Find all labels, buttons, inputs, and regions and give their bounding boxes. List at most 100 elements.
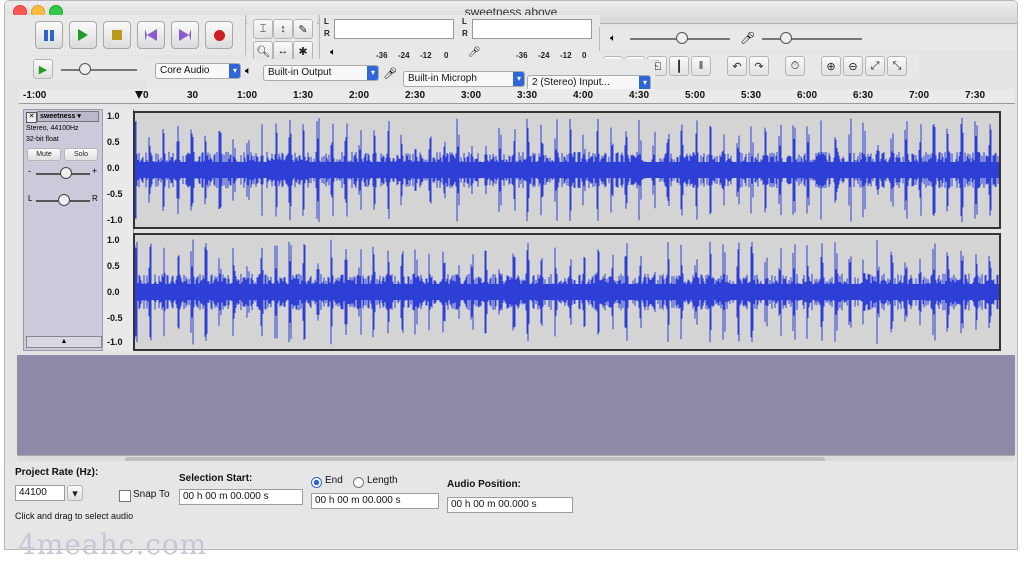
play-button[interactable] xyxy=(69,21,97,49)
collapse-track-button[interactable]: ▲ xyxy=(26,336,102,348)
trim-audio-button[interactable]: ┃ xyxy=(669,56,689,76)
gain-plus-label: + xyxy=(92,166,98,176)
vruler-bottom-3: 0.0 xyxy=(107,287,120,297)
input-meter[interactable] xyxy=(472,19,592,39)
magnifier-icon: 🔍︎ xyxy=(256,45,270,58)
input-device-value: Built-in Microph xyxy=(408,73,477,84)
audio-host-select[interactable]: Core Audio ▾ xyxy=(155,63,241,79)
zoom-in-button[interactable]: ⊕ xyxy=(821,56,841,76)
track-control-panel[interactable]: ✕ sweetness ▾ Stereo, 44100Hz 32-bit flo… xyxy=(23,109,103,351)
zoom-tool-button[interactable]: 🔍︎ xyxy=(253,41,273,61)
pan-right-label: R xyxy=(92,194,98,203)
input-channels-value: 2 (Stereo) Input... xyxy=(532,77,610,88)
play-at-speed-icon: ▶ xyxy=(38,63,48,76)
selection-end-field[interactable]: 00 h 00 m 00.000 s xyxy=(311,493,439,509)
timeline-label-6-00: 6:00 xyxy=(797,90,818,101)
vruler-bottom-5: -1.0 xyxy=(107,337,123,347)
end-radio[interactable] xyxy=(311,477,322,488)
vruler-top-1: 1.0 xyxy=(107,111,120,121)
sync-lock-button[interactable]: ⏱ xyxy=(785,56,805,76)
speed-slider-thumb[interactable] xyxy=(79,63,91,75)
stop-button[interactable] xyxy=(103,21,131,49)
empty-track-area[interactable] xyxy=(17,355,1015,455)
pause-button[interactable] xyxy=(35,21,63,49)
skip-end-icon xyxy=(179,29,191,41)
trim-audio-icon: ┃ xyxy=(675,60,683,73)
zoom-out-button[interactable]: ⊖ xyxy=(843,56,863,76)
waveform-core xyxy=(135,284,999,300)
recording-volume-thumb[interactable] xyxy=(780,32,792,44)
timeline-ruler[interactable]: -1:00 0 30 1:00 1:30 2:00 2:30 3:00 3:30… xyxy=(19,89,1015,104)
silence-button[interactable]: ‖ xyxy=(691,56,711,76)
record-icon xyxy=(213,29,225,41)
output-channel-l: L xyxy=(324,17,329,26)
mute-button[interactable]: Mute xyxy=(27,148,61,161)
tools-toolbar: ⌶ ↕ ✎ 🔍︎ ↔ ✱ xyxy=(247,15,317,65)
timeline-label-30: 30 xyxy=(187,90,199,101)
selection-start-field[interactable]: 00 h 00 m 00.000 s xyxy=(179,489,303,505)
selection-tool-button[interactable]: ⌶ xyxy=(253,19,273,39)
record-button[interactable] xyxy=(205,21,233,49)
track-format-info: 32-bit float xyxy=(26,136,59,143)
project-rate-select[interactable]: 44100 xyxy=(15,485,65,501)
asterisk-icon: ✱ xyxy=(298,45,308,58)
double-arrow-icon: ↔ xyxy=(277,45,289,57)
speed-slider[interactable] xyxy=(61,69,137,71)
solo-button[interactable]: Solo xyxy=(64,148,98,161)
fit-project-button[interactable]: ⤡ xyxy=(887,56,907,76)
microphone-icon: 🎤︎ xyxy=(468,47,481,58)
redo-button[interactable]: ↷ xyxy=(749,56,769,76)
draw-tool-button[interactable]: ✎ xyxy=(293,19,313,39)
recording-volume-slider[interactable] xyxy=(762,38,862,40)
waveform-right-channel[interactable] xyxy=(133,233,1001,351)
input-device-select[interactable]: Built-in Microph ▾ xyxy=(403,71,525,87)
undo-button[interactable]: ↶ xyxy=(727,56,747,76)
status-hint: Click and drag to select audio xyxy=(15,511,134,521)
timeline-label-7-00: 7:00 xyxy=(909,90,930,101)
timeshift-tool-button[interactable]: ↔ xyxy=(273,41,293,61)
fit-selection-button[interactable]: ⤢ xyxy=(865,56,885,76)
timeline-label-3-00: 3:00 xyxy=(461,90,482,101)
chevron-down-icon: ▾ xyxy=(367,66,378,80)
vruler-top-4: -0.5 xyxy=(107,189,123,199)
vertical-ruler: 1.0 0.5 0.0 -0.5 -1.0 1.0 0.5 0.0 -0.5 -… xyxy=(103,109,134,351)
output-device-select[interactable]: Built-in Output ▾ xyxy=(263,65,379,81)
app-window: sweetness above ⌶ ↕ ✎ 🔍︎ ↔ ✱ L R 🔈︎ -36 … xyxy=(4,0,1018,550)
audio-position-field[interactable]: 00 h 00 m 00.000 s xyxy=(447,497,573,513)
envelope-tool-button[interactable]: ↕ xyxy=(273,19,293,39)
recording-volume-icon: 🎤︎ xyxy=(740,31,756,45)
output-speaker-icon: 🔈︎ xyxy=(245,65,252,77)
timeline-label-1-30: 1:30 xyxy=(293,90,314,101)
track-name-menu[interactable]: sweetness ▾ xyxy=(37,111,99,122)
envelope-icon: ↕ xyxy=(280,23,286,35)
output-device-value: Built-in Output xyxy=(268,67,332,78)
output-meter[interactable] xyxy=(334,19,454,39)
selection-start-label: Selection Start: xyxy=(179,473,253,484)
meter-toolbar: L R 🔈︎ -36 -24 -12 0 L R 🎤︎ -36 -24 -12 … xyxy=(319,15,600,65)
pan-left-label: L xyxy=(28,194,33,203)
track-name: sweetness xyxy=(40,113,76,120)
pan-slider-thumb[interactable] xyxy=(58,194,70,206)
multi-tool-button[interactable]: ✱ xyxy=(293,41,313,61)
waveform-left-channel[interactable] xyxy=(133,111,1001,229)
speaker-icon: 🔈︎ xyxy=(330,47,336,58)
timeline-label-6-30: 6:30 xyxy=(853,90,874,101)
vruler-top-5: -1.0 xyxy=(107,215,123,225)
length-radio[interactable] xyxy=(353,477,364,488)
waveform-right-svg xyxy=(134,239,999,345)
timeline-label-5-00: 5:00 xyxy=(685,90,706,101)
track-close-button[interactable]: ✕ xyxy=(26,112,37,123)
snap-to-checkbox[interactable] xyxy=(119,490,131,502)
play-icon xyxy=(78,29,88,41)
playback-volume-thumb[interactable] xyxy=(676,32,688,44)
skip-end-button[interactable] xyxy=(171,21,199,49)
play-at-speed-button[interactable]: ▶ xyxy=(33,59,53,79)
chevron-down-icon: ▾ xyxy=(513,72,524,86)
skip-start-button[interactable] xyxy=(137,21,165,49)
input-mic-icon: 🎤︎ xyxy=(383,68,397,80)
transport-toolbar xyxy=(5,15,246,55)
timeline-label-3-30: 3:30 xyxy=(517,90,538,101)
gain-slider-thumb[interactable] xyxy=(60,167,72,179)
redo-icon: ↷ xyxy=(754,60,764,73)
project-rate-dropdown[interactable]: ▾ xyxy=(67,485,83,501)
